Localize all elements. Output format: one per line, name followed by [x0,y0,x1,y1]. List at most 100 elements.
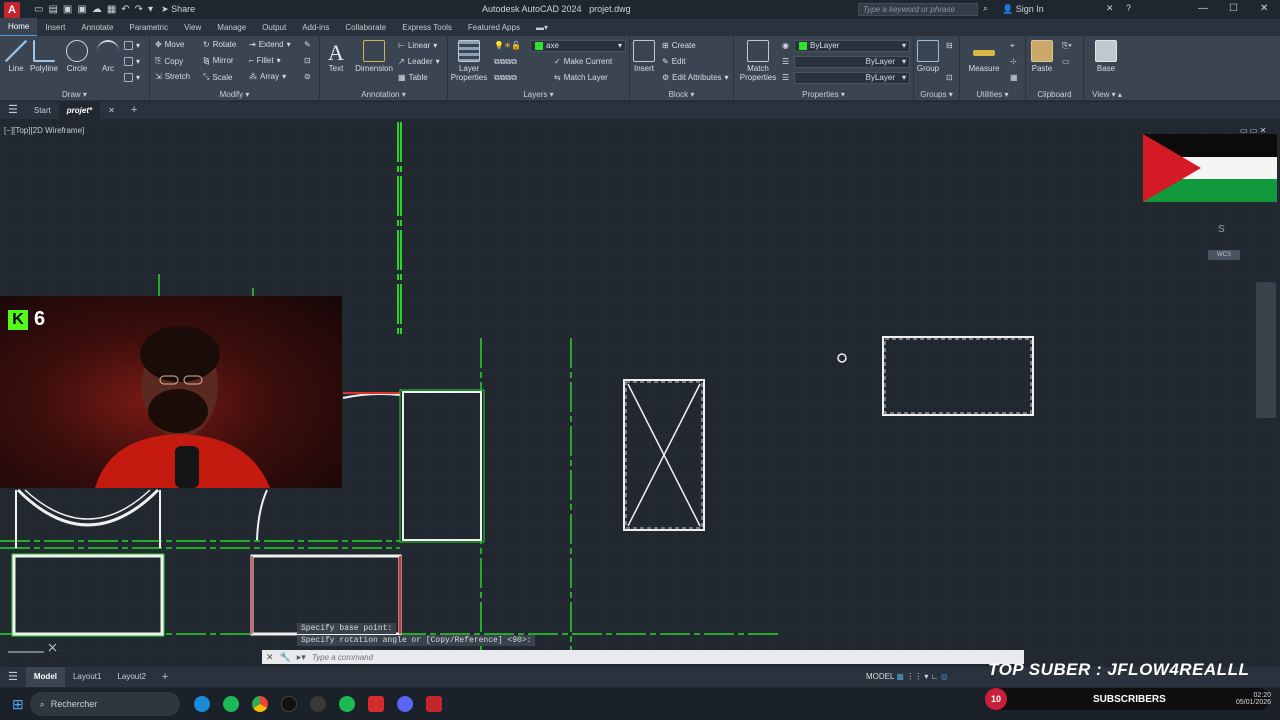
tab-express-tools[interactable]: Express Tools [394,19,460,36]
layer-state-icons[interactable]: 💡☀🔓 [494,41,521,50]
application-menu-icon[interactable]: ☰ [0,102,26,119]
tab-model[interactable]: Model [25,667,65,687]
create-block-button[interactable]: ⊞ Create [662,41,696,50]
offset-icon[interactable]: ⊜ [304,72,311,81]
mirror-button[interactable]: ⧎ Mirror [203,56,234,65]
edit-block-button[interactable]: ✎ Edit [662,57,686,66]
command-customize-icon[interactable]: 🔧 [280,652,291,663]
table-button[interactable]: ▦ Table [398,73,428,82]
scale-button[interactable]: ⤡ Scale [203,72,232,82]
move-button[interactable]: ✥ Move [155,40,184,49]
chrome-icon[interactable] [251,696,268,712]
make-current-button[interactable]: ✓ Make Current [554,57,612,66]
cut-icon[interactable]: ▭ [1062,57,1070,66]
help-search-input[interactable]: Type a keyword or phrase [858,3,978,16]
navigation-bar[interactable] [1256,282,1276,418]
extend-button[interactable]: ⇥ Extend ▾ [249,40,291,49]
edit-attributes-button[interactable]: ⚙ Edit Attributes ▾ [662,73,729,82]
viewport-window-controls-icon[interactable]: ▭ ▭ ✕ [1240,126,1266,135]
layer-tools-icons-1[interactable]: ⧉⧉⧉⧉ [494,57,517,67]
rectangle-icon[interactable]: ▾ [124,41,140,50]
autocad-taskbar-icon[interactable] [425,696,442,712]
panel-title-block[interactable]: Block ▾ [630,90,733,99]
plot-icon[interactable]: ▦ [107,4,116,15]
tiktok-icon[interactable] [280,696,297,712]
fillet-button[interactable]: ⌐ Fillet ▾ [249,56,281,65]
base-button[interactable]: Base [1086,40,1126,73]
ribbon-toggle-icon[interactable]: ▬▾ [528,19,556,36]
gradient-icon[interactable]: ▾ [124,73,140,82]
qat-dropdown-icon[interactable]: ▾ [148,4,153,15]
panel-title-groups[interactable]: Groups ▾ [914,90,959,99]
save-icon[interactable]: ▣ [63,4,72,15]
spotify-2-icon[interactable] [338,696,355,712]
save-as-icon[interactable]: ▣ [77,4,86,15]
command-close-icon[interactable]: ✕ [266,652,274,663]
command-line[interactable]: ✕ 🔧 ▸▾ [262,650,1024,664]
command-prompt-icon[interactable]: ▸▾ [297,652,306,663]
viewport-controls-label[interactable]: [−][Top][2D Wireframe] [4,126,84,135]
explode-icon[interactable]: ⊡ [304,56,311,65]
viewcube-compass-south[interactable]: S [1218,224,1225,235]
lineweight-dropdown[interactable]: ByLayer ▾ [794,56,910,68]
new-tab-icon[interactable]: + [123,102,145,119]
tab-annotate[interactable]: Annotate [73,19,121,36]
snap-icon[interactable]: ⋮⋮ ▾ [906,672,928,681]
polar-icon[interactable]: ◎ [941,672,948,681]
copy-clip-icon[interactable]: ⎘▾ [1062,41,1072,51]
quick-select-icon[interactable]: ⌖ [1010,41,1015,51]
leader-button[interactable]: ↗ Leader ▾ [398,57,440,66]
group-edit-icon[interactable]: ⊡ [946,73,953,82]
copy-button[interactable]: ⎘ Copy [155,56,183,66]
insert-button[interactable]: Insert [626,40,662,73]
command-input[interactable] [311,652,912,662]
color-wheel-icon[interactable]: ◉ [782,41,789,50]
layer-properties-button[interactable]: Layer Properties [448,40,490,82]
color-dropdown[interactable]: ByLayer ▾ [794,40,910,52]
group-button[interactable]: Group [908,40,948,73]
tab-insert[interactable]: Insert [37,19,73,36]
linetype-icon[interactable]: ☰ [782,73,789,82]
dimension-button[interactable]: Dimension [352,40,396,73]
stretch-button[interactable]: ⇲ Stretch [155,72,190,81]
current-layer-dropdown[interactable]: axe ▾ [530,40,626,52]
layout-menu-icon[interactable]: ☰ [0,667,26,687]
minimize-button[interactable]: — [1198,3,1208,14]
discord-icon[interactable] [396,696,413,712]
tab-output[interactable]: Output [254,19,294,36]
undo-icon[interactable]: ↶ [121,4,129,15]
panel-title-modify[interactable]: Modify ▾ [150,90,319,99]
grid-icon[interactable]: ▦ [896,672,904,681]
tab-start[interactable]: Start [26,102,59,119]
panel-title-layers[interactable]: Layers ▾ [448,90,629,99]
taskbar-search[interactable]: ⌕ Rechercher [29,692,180,716]
array-button[interactable]: ⁂ Array ▾ [249,72,286,81]
panel-title-properties[interactable]: Properties ▾ [734,90,913,99]
autocad-logo-icon[interactable]: A [4,1,20,18]
close-button[interactable]: ✕ [1260,3,1268,14]
ortho-icon[interactable]: ∟ [931,672,939,681]
ungroup-icon[interactable]: ⊟ [946,41,953,50]
tab-layout1[interactable]: Layout1 [65,667,109,687]
panel-title-draw[interactable]: Draw ▾ [0,90,149,99]
tab-manage[interactable]: Manage [209,19,254,36]
text-button[interactable]: A Text [318,40,354,73]
app-red-icon[interactable] [367,696,384,712]
obs-icon[interactable] [309,696,326,712]
panel-title-annotation[interactable]: Annotation ▾ [320,90,447,99]
linear-button[interactable]: ⊢ Linear ▾ [398,41,437,50]
share-button[interactable]: ➤ Share [161,4,195,15]
model-space-toggle[interactable]: MODEL ▦ ⋮⋮ ▾ ∟ ◎ [866,672,948,681]
linetype-dropdown[interactable]: ByLayer ▾ [794,72,910,84]
paste-button[interactable]: Paste [1022,40,1062,73]
edge-icon[interactable] [193,696,210,712]
maximize-button[interactable]: ☐ [1229,3,1238,14]
wcs-menu[interactable]: WCS [1208,250,1240,260]
tab-add-ins[interactable]: Add-ins [294,19,337,36]
panel-title-view[interactable]: View ▾ ▴ [1084,90,1130,99]
tab-collaborate[interactable]: Collaborate [337,19,394,36]
windows-start-icon[interactable]: ⊞ [12,696,24,713]
new-file-icon[interactable]: ▭ [34,4,43,15]
match-properties-button[interactable]: Match Properties [736,40,780,82]
arc-button[interactable]: Arc [88,40,128,73]
